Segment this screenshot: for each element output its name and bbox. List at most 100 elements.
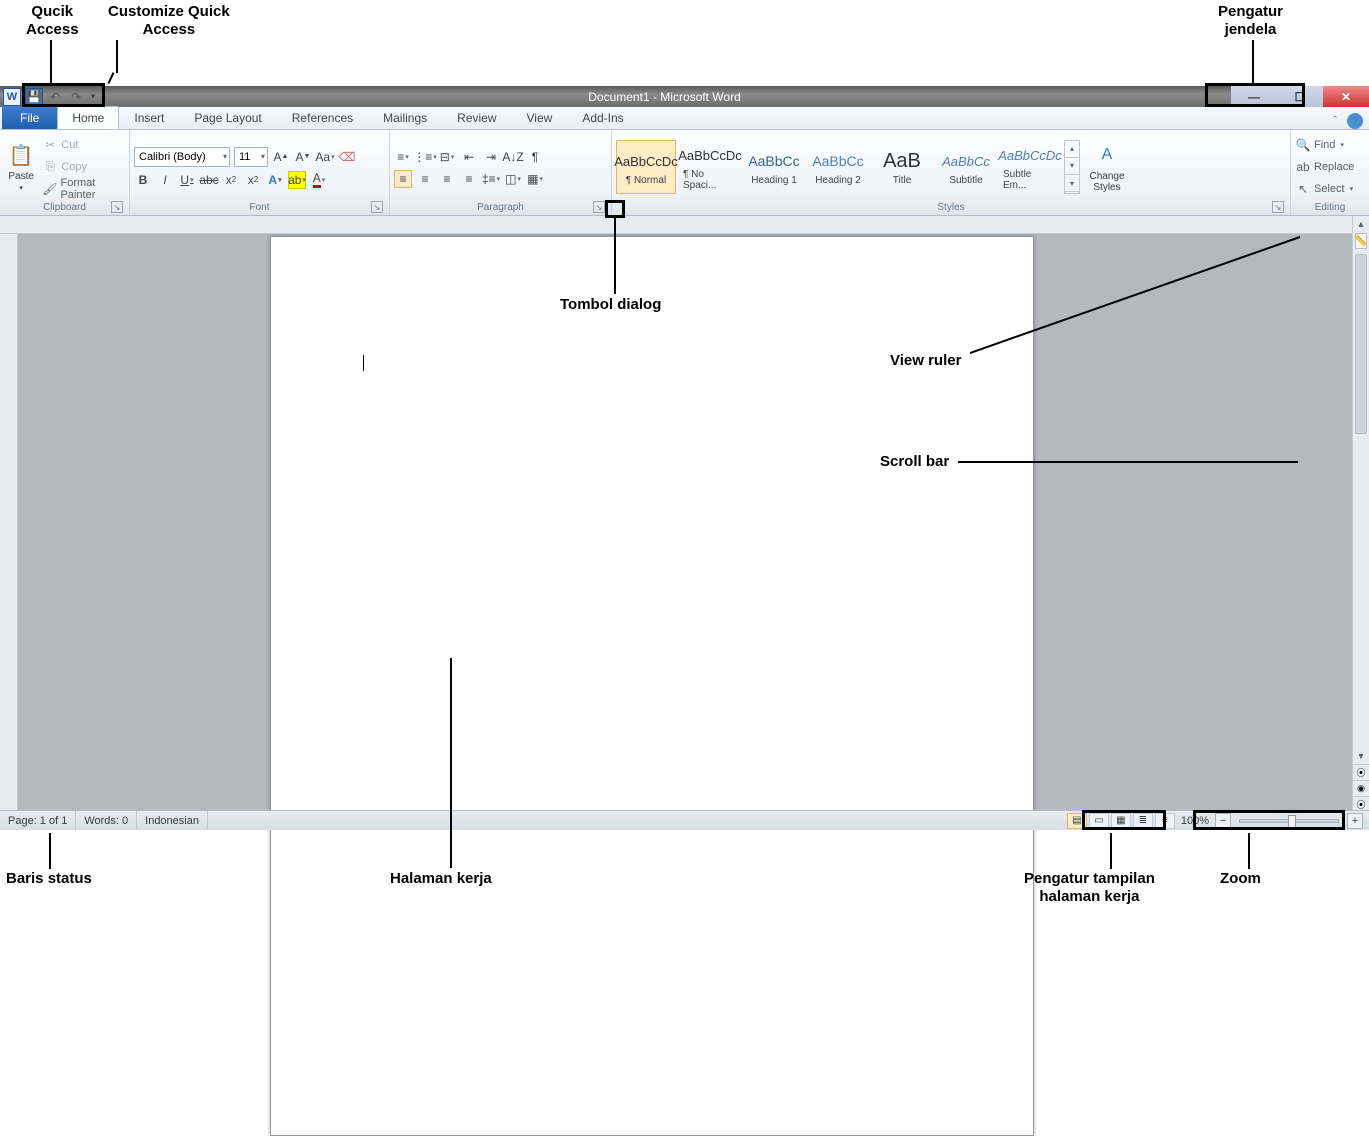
view-ruler-button[interactable]: 📏 bbox=[1355, 233, 1367, 249]
style-heading1[interactable]: AaBbCcHeading 1 bbox=[744, 140, 804, 194]
help-icon[interactable]: ? bbox=[1347, 113, 1363, 129]
borders-icon[interactable]: ▦ bbox=[526, 170, 544, 188]
undo-icon[interactable]: ↶ bbox=[46, 88, 64, 106]
tab-insert[interactable]: Insert bbox=[119, 106, 179, 129]
zoom-in-button[interactable]: + bbox=[1347, 813, 1363, 829]
redo-icon[interactable]: ↷ bbox=[67, 88, 85, 106]
style-subtle-em[interactable]: AaBbCcDcSubtle Em... bbox=[1000, 140, 1060, 194]
scroll-thumb[interactable] bbox=[1355, 254, 1367, 434]
tab-page-layout[interactable]: Page Layout bbox=[179, 106, 276, 129]
browse-object-icon[interactable]: ◉ bbox=[1353, 780, 1369, 796]
justify-icon[interactable]: ≡ bbox=[460, 170, 478, 188]
scroll-down-icon[interactable]: ▼ bbox=[1353, 748, 1369, 764]
prev-page-icon[interactable]: ⦿ bbox=[1353, 764, 1369, 780]
font-size-select[interactable]: 11 bbox=[234, 147, 268, 167]
superscript-button[interactable]: x2 bbox=[244, 171, 262, 189]
styles-gallery-more[interactable]: ▴▾▾ bbox=[1064, 140, 1080, 194]
minimize-button[interactable]: — bbox=[1231, 86, 1277, 107]
decrease-indent-icon[interactable]: ⇤ bbox=[460, 148, 478, 166]
find-icon: 🔍 bbox=[1295, 137, 1311, 153]
styles-launcher-icon[interactable]: ↘ bbox=[1272, 201, 1284, 213]
increase-indent-icon[interactable]: ⇥ bbox=[482, 148, 500, 166]
view-draft-icon[interactable]: ≡ bbox=[1155, 813, 1175, 829]
vertical-ruler[interactable] bbox=[0, 234, 18, 812]
status-page[interactable]: Page: 1 of 1 bbox=[0, 811, 76, 830]
text-effects-icon[interactable]: A bbox=[266, 171, 284, 189]
shrink-font-icon[interactable]: A▼ bbox=[294, 148, 312, 166]
style-no-spacing[interactable]: AaBbCcDc¶ No Spaci... bbox=[680, 140, 740, 194]
style-heading2[interactable]: AaBbCcHeading 2 bbox=[808, 140, 868, 194]
paragraph-launcher-icon[interactable]: ↘ bbox=[593, 201, 605, 213]
bold-button[interactable]: B bbox=[134, 171, 152, 189]
numbering-icon[interactable]: ⋮≡ bbox=[416, 148, 434, 166]
style-subtitle[interactable]: AaBbCcSubtitle bbox=[936, 140, 996, 194]
shading-icon[interactable]: ◫ bbox=[504, 170, 522, 188]
style-subtitle-label: Subtitle bbox=[949, 175, 982, 186]
font-launcher-icon[interactable]: ↘ bbox=[371, 201, 383, 213]
tab-file[interactable]: File bbox=[2, 106, 57, 129]
style-preview: AaBbCcDc bbox=[998, 143, 1062, 169]
zoom-slider[interactable] bbox=[1239, 819, 1339, 823]
multilevel-icon[interactable]: ⊟ bbox=[438, 148, 456, 166]
customize-qat-icon[interactable]: ▾ bbox=[88, 88, 98, 106]
select-button[interactable]: ↖Select▾ bbox=[1295, 179, 1365, 199]
document-page[interactable] bbox=[270, 236, 1034, 1136]
sort-icon[interactable]: A↓Z bbox=[504, 148, 522, 166]
tab-home[interactable]: Home bbox=[57, 106, 119, 129]
grow-font-icon[interactable]: A▲ bbox=[272, 148, 290, 166]
tab-mailings[interactable]: Mailings bbox=[368, 106, 442, 129]
maximize-button[interactable]: ☐ bbox=[1277, 86, 1323, 107]
cut-button[interactable]: ✂Cut bbox=[42, 135, 125, 155]
strikethrough-button[interactable]: abc bbox=[200, 171, 218, 189]
status-words[interactable]: Words: 0 bbox=[76, 811, 137, 830]
find-button[interactable]: 🔍Find▾ bbox=[1295, 135, 1365, 155]
underline-button[interactable]: U bbox=[178, 171, 196, 189]
copy-button[interactable]: ⎘Copy bbox=[42, 157, 125, 177]
view-print-layout-icon[interactable]: ▤ bbox=[1067, 813, 1087, 829]
view-outline-icon[interactable]: ≣ bbox=[1133, 813, 1153, 829]
bullets-icon[interactable]: ≡ bbox=[394, 148, 412, 166]
align-right-icon[interactable]: ≡ bbox=[438, 170, 456, 188]
ribbon-tabs: File Home Insert Page Layout References … bbox=[0, 107, 1369, 130]
horizontal-ruler[interactable] bbox=[0, 216, 1352, 234]
replace-button[interactable]: abReplace bbox=[1295, 157, 1365, 177]
align-center-icon[interactable]: ≡ bbox=[416, 170, 434, 188]
annotation-baris-status: Baris status bbox=[6, 870, 92, 888]
zoom-level[interactable]: 100% bbox=[1181, 815, 1209, 827]
change-styles-button[interactable]: A Change Styles bbox=[1084, 141, 1130, 193]
font-name-select[interactable]: Calibri (Body) bbox=[134, 147, 230, 167]
italic-button[interactable]: I bbox=[156, 171, 174, 189]
paste-button[interactable]: 📋 Paste ▾ bbox=[4, 132, 38, 201]
tab-references[interactable]: References bbox=[277, 106, 368, 129]
tab-view[interactable]: View bbox=[512, 106, 568, 129]
style-heading1-label: Heading 1 bbox=[751, 175, 797, 186]
save-icon[interactable]: 💾 bbox=[25, 88, 43, 106]
tab-review[interactable]: Review bbox=[442, 106, 511, 129]
close-button[interactable]: ✕ bbox=[1323, 86, 1369, 107]
show-marks-icon[interactable]: ¶ bbox=[526, 148, 544, 166]
word-app-icon[interactable]: W bbox=[3, 88, 21, 106]
align-left-icon[interactable]: ≡ bbox=[394, 170, 412, 188]
tab-addins[interactable]: Add-Ins bbox=[567, 106, 638, 129]
copy-label: Copy bbox=[61, 161, 87, 173]
style-subtleem-label: Subtle Em... bbox=[1003, 169, 1057, 191]
status-language[interactable]: Indonesian bbox=[137, 811, 208, 830]
format-painter-button[interactable]: 🖌Format Painter bbox=[42, 179, 125, 199]
zoom-slider-handle[interactable] bbox=[1288, 815, 1296, 829]
scroll-up-icon[interactable]: ▲ bbox=[1353, 216, 1369, 232]
font-color-icon[interactable]: A bbox=[310, 171, 328, 189]
zoom-out-button[interactable]: − bbox=[1215, 813, 1231, 829]
view-full-screen-icon[interactable]: ▭ bbox=[1089, 813, 1109, 829]
vertical-scrollbar[interactable]: ▲ 📏 ▼ ⦿ ◉ ⦿ bbox=[1352, 216, 1369, 812]
minimize-ribbon-icon[interactable]: ˆ bbox=[1327, 113, 1343, 129]
subscript-button[interactable]: x2 bbox=[222, 171, 240, 189]
style-normal[interactable]: AaBbCcDc¶ Normal bbox=[616, 140, 676, 194]
change-case-icon[interactable]: Aa bbox=[316, 148, 334, 166]
line-spacing-icon[interactable]: ‡≡ bbox=[482, 170, 500, 188]
clipboard-launcher-icon[interactable]: ↘ bbox=[111, 201, 123, 213]
clear-formatting-icon[interactable]: ⌫ bbox=[338, 148, 356, 166]
style-preview: AaBbCcDc bbox=[678, 143, 742, 169]
view-web-layout-icon[interactable]: ▦ bbox=[1111, 813, 1131, 829]
highlight-icon[interactable]: ab bbox=[288, 171, 306, 189]
style-title[interactable]: AaBTitle bbox=[872, 140, 932, 194]
